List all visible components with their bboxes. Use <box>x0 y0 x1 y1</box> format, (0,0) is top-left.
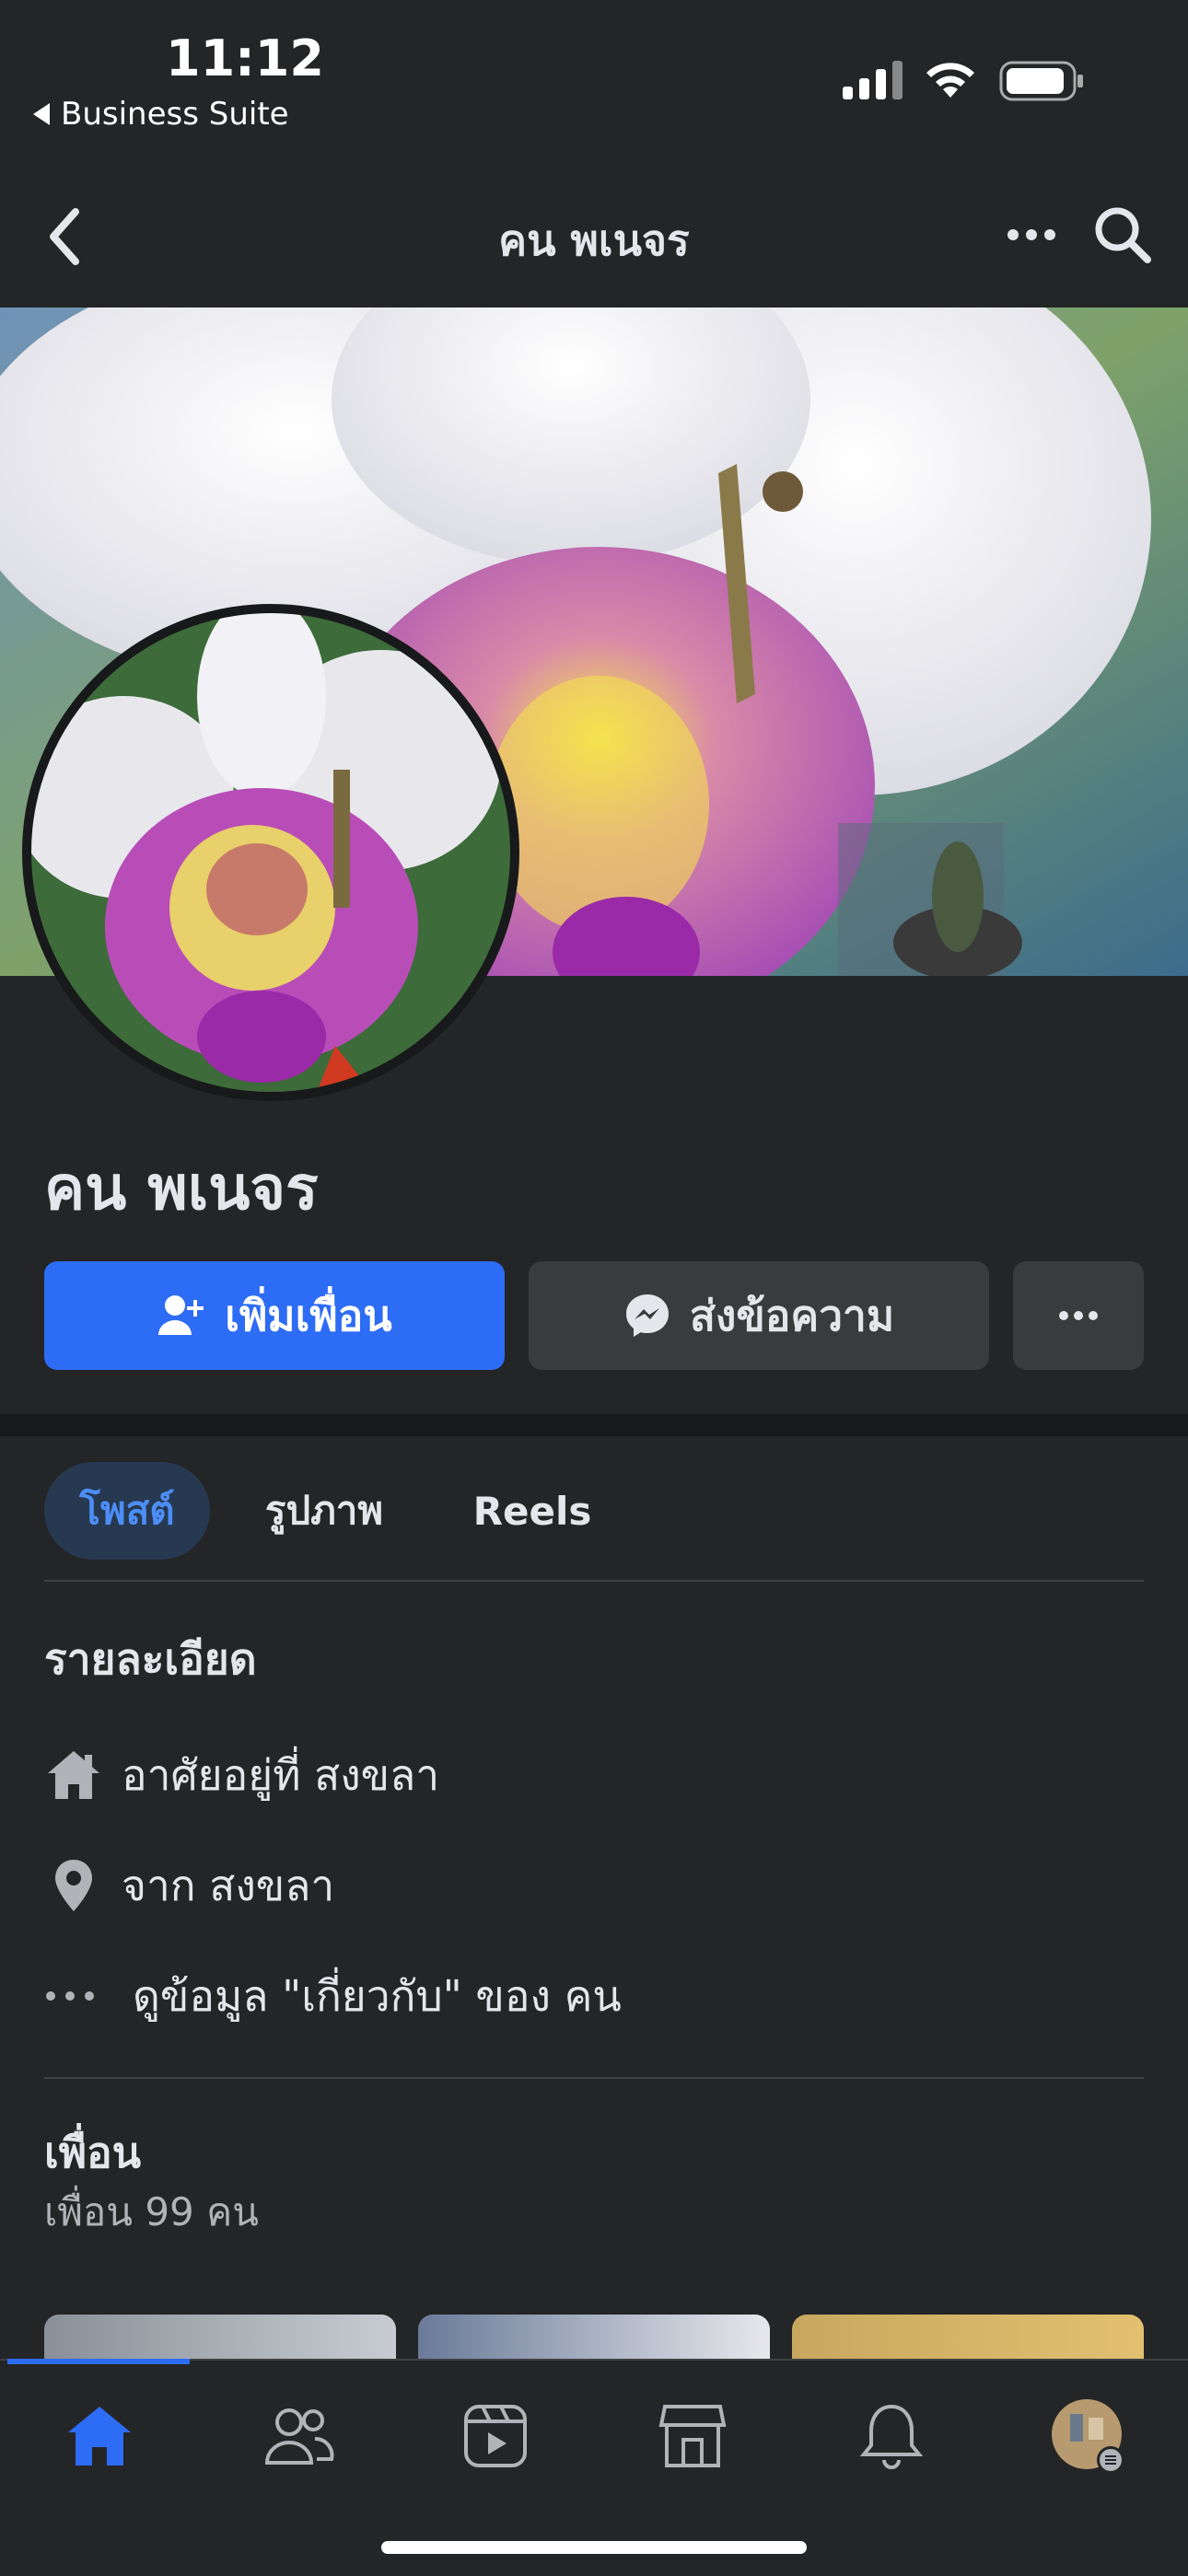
add-friend-icon <box>158 1295 204 1335</box>
from-row: จาก สงขลา <box>44 1849 334 1922</box>
wifi-icon <box>926 63 974 98</box>
friends-title: เพื่อน <box>44 2128 142 2177</box>
watch-icon[interactable] <box>457 2397 534 2475</box>
home-icon[interactable] <box>61 2397 138 2475</box>
tab-photos[interactable]: รูปภาพ <box>241 1462 407 1560</box>
more-dots-icon <box>44 1964 133 2028</box>
more-actions-button[interactable] <box>1013 1261 1144 1370</box>
back-to-app-link[interactable]: Business Suite <box>33 96 289 133</box>
marketplace-icon[interactable] <box>654 2397 731 2475</box>
notifications-icon[interactable] <box>853 2397 930 2475</box>
from-text: จาก สงขลา <box>122 1860 335 1910</box>
home-icon <box>44 1743 122 1807</box>
friends-icon[interactable] <box>260 2397 337 2475</box>
profile-picture[interactable] <box>22 604 519 1101</box>
status-time: 11:12 <box>166 29 324 87</box>
tab-reels[interactable]: Reels <box>460 1462 604 1560</box>
message-label: ส่งข้อความ <box>689 1290 895 1340</box>
more-icon <box>1059 1311 1098 1320</box>
add-friend-button[interactable]: เพิ่มเพื่อน <box>44 1261 505 1370</box>
message-button[interactable]: ส่งข้อความ <box>529 1261 989 1370</box>
location-pin-icon <box>44 1853 122 1918</box>
about-link-text[interactable]: ดูข้อมูล "เกี่ยวกับ" ของ คน <box>133 1963 622 2030</box>
section-divider <box>0 1414 1188 1436</box>
back-triangle-icon <box>33 103 50 125</box>
profile-name: คน พเนจร <box>44 1153 319 1224</box>
lives-in-text: อาศัยอยู่ที่ สงขลา <box>122 1749 440 1800</box>
tab-posts[interactable]: โพสต์ <box>44 1462 210 1560</box>
lives-in-row: อาศัยอยู่ที่ สงขลา <box>44 1738 439 1812</box>
profile-menu-icon[interactable] <box>1050 2397 1127 2475</box>
divider <box>44 1580 1144 1582</box>
battery-icon <box>999 61 1083 101</box>
back-app-label: Business Suite <box>61 96 289 133</box>
friends-count: เพื่อน 99 คน <box>44 2189 259 2234</box>
home-indicator <box>381 2541 807 2554</box>
details-title: รายละเอียด <box>44 1634 257 1684</box>
divider <box>44 2077 1144 2079</box>
about-link-row[interactable]: ดูข้อมูล "เกี่ยวกับ" ของ คน <box>44 1959 622 2033</box>
messenger-icon <box>625 1294 669 1337</box>
signal-icon <box>843 61 903 99</box>
add-friend-label: เพิ่มเพื่อน <box>225 1290 392 1340</box>
search-icon[interactable] <box>1092 204 1153 265</box>
more-icon[interactable] <box>1006 221 1057 249</box>
active-tab-indicator <box>7 2359 190 2364</box>
